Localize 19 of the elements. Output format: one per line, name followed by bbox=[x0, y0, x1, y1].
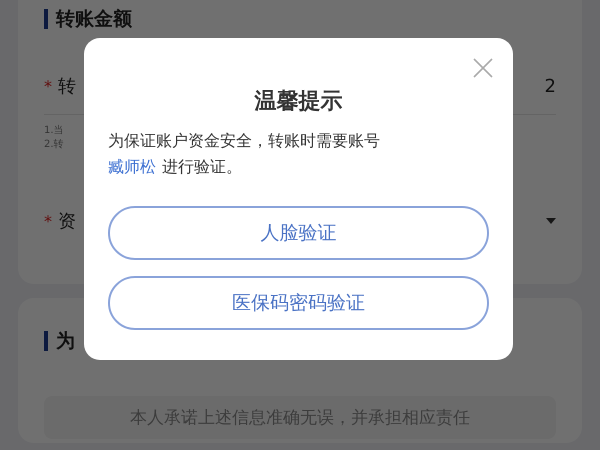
required-mark: * bbox=[44, 212, 52, 230]
message-text: 为保证账户资金安全，转账时需要账号 bbox=[108, 130, 381, 152]
dialog-title: 温馨提示 bbox=[254, 88, 342, 116]
account-name: 臧师松 bbox=[108, 157, 156, 176]
section-title: 为 bbox=[56, 329, 75, 354]
field-value: 2 bbox=[544, 76, 556, 96]
note-text: 1.当 bbox=[44, 124, 64, 137]
caret-icon[interactable] bbox=[546, 218, 556, 224]
section-marker bbox=[44, 9, 48, 29]
verify-button[interactable]: 医保码密码验证 bbox=[108, 276, 489, 330]
note-text: 2.转 bbox=[44, 138, 64, 151]
close-icon[interactable] bbox=[473, 58, 493, 78]
section-marker bbox=[44, 331, 48, 351]
field-label: 资 bbox=[58, 210, 76, 233]
message-text: 进行验证。 bbox=[162, 157, 242, 176]
section-title: 转账金额 bbox=[56, 7, 132, 32]
required-mark: * bbox=[44, 76, 52, 96]
field-label: 转 bbox=[58, 75, 76, 98]
verify-button[interactable]: 人脸验证 bbox=[108, 206, 489, 260]
